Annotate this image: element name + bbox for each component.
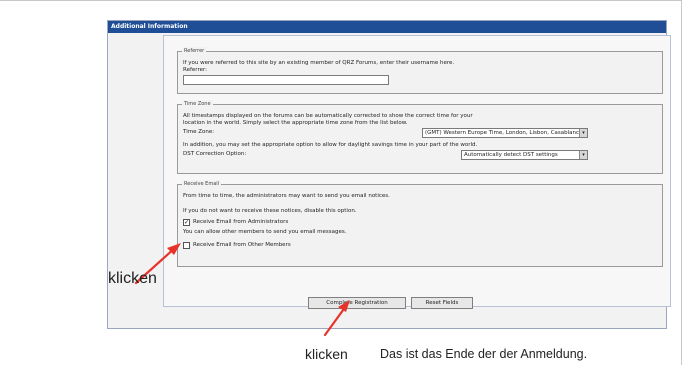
additional-information-panel: Additional Information Referrer If you w…	[107, 20, 671, 329]
admin-email-checkbox[interactable]: ✓	[183, 219, 190, 226]
members-email-hint: You can allow other members to send you …	[183, 229, 347, 235]
referrer-label: Referrer:	[183, 67, 207, 73]
dst-description: In addition, you may set the appropriate…	[183, 142, 478, 148]
panel-body: Referrer If you were referred to this si…	[163, 35, 671, 307]
chevron-down-icon[interactable]: ▾	[579, 151, 587, 159]
timezone-select[interactable]: (GMT) Western Europe Time, London, Lisbo…	[422, 128, 588, 138]
referrer-input[interactable]	[183, 75, 389, 85]
chevron-down-icon[interactable]: ▾	[579, 129, 587, 137]
dst-selected-value: Automatically detect DST settings	[464, 152, 558, 158]
referrer-fieldset: Referrer If you were referred to this si…	[177, 47, 663, 94]
timezone-legend: Time Zone	[182, 100, 213, 108]
panel-header: Additional Information	[108, 21, 666, 33]
annotation-end-note: Das ist das Ende der der Anmeldung.	[380, 347, 588, 361]
annotation-klicken-bottom: klicken	[305, 346, 348, 362]
reset-fields-button[interactable]: Reset Fields	[411, 297, 473, 309]
timezone-description-line2: location in the world. Simply select the…	[183, 120, 408, 126]
referrer-description: If you were referred to this site by an …	[183, 60, 455, 66]
email-description: From time to time, the administrators ma…	[183, 193, 390, 199]
timezone-label: Time Zone:	[183, 129, 215, 135]
timezone-selected-value: (GMT) Western Europe Time, London, Lisbo…	[425, 130, 583, 136]
complete-registration-button[interactable]: Complete Registration	[308, 297, 406, 309]
dst-label: DST Correction Option:	[183, 151, 247, 157]
dst-select[interactable]: Automatically detect DST settings ▾	[461, 150, 588, 160]
referrer-legend: Referrer	[182, 47, 207, 55]
email-disable-hint: If you do not want to receive these noti…	[183, 208, 357, 214]
admin-email-label: Receive Email from Administrators	[193, 219, 289, 225]
members-email-checkbox[interactable]	[183, 242, 190, 249]
receive-email-legend: Receive Email	[182, 180, 222, 188]
annotation-klicken-left: klicken	[108, 270, 157, 287]
members-email-label: Receive Email from Other Members	[193, 242, 291, 248]
timezone-description-line1: All timestamps displayed on the forums c…	[183, 113, 473, 119]
receive-email-fieldset: Receive Email From time to time, the adm…	[177, 180, 663, 267]
timezone-fieldset: Time Zone All timestamps displayed on th…	[177, 100, 663, 174]
